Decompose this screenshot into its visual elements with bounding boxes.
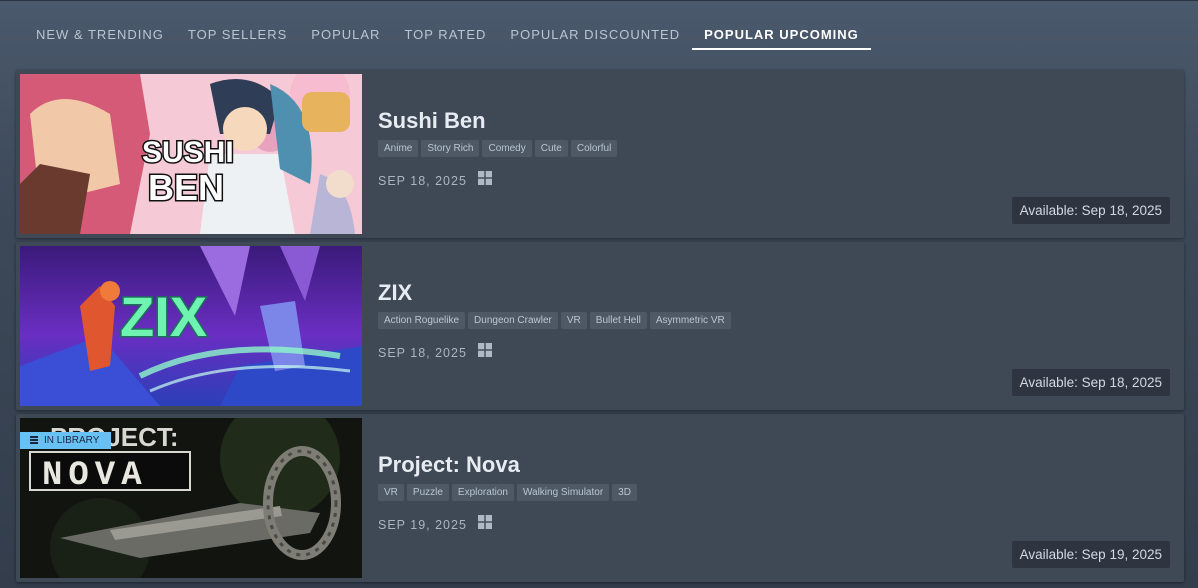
library-list-icon (30, 436, 38, 444)
game-capsule-image[interactable]: SUSHI BEN (20, 74, 362, 234)
tag[interactable]: Action Roguelike (378, 312, 466, 329)
game-title[interactable]: ZIX (378, 280, 412, 306)
tag-list: VR Puzzle Exploration Walking Simulator … (378, 484, 637, 501)
game-row-sushi-ben[interactable]: SUSHI BEN Sushi Ben Anime Story Rich Com… (16, 70, 1184, 238)
game-title[interactable]: Sushi Ben (378, 108, 486, 134)
top-divider (0, 0, 1198, 1)
release-date: SEP 19, 2025 (378, 518, 467, 532)
game-capsule-image[interactable]: ZIX (20, 246, 362, 406)
game-row-zix[interactable]: ZIX ZIX Action Roguelike Dungeon Crawler… (16, 242, 1184, 410)
tab-top-sellers[interactable]: TOP SELLERS (176, 20, 299, 50)
release-date: SEP 18, 2025 (378, 174, 467, 188)
tag[interactable]: 3D (612, 484, 637, 501)
tab-popular-upcoming[interactable]: POPULAR UPCOMING (692, 20, 871, 50)
tag[interactable]: Exploration (451, 484, 514, 501)
tag[interactable]: Bullet Hell (589, 312, 647, 329)
tab-new-trending[interactable]: NEW & TRENDING (24, 20, 176, 50)
tag[interactable]: VR (378, 484, 404, 501)
windows-icon (478, 171, 492, 185)
category-tabs: NEW & TRENDING TOP SELLERS POPULAR TOP R… (24, 20, 871, 50)
tag[interactable]: Asymmetric VR (649, 312, 731, 329)
availability-label: Available: Sep 18, 2025 (1011, 197, 1170, 224)
tab-popular[interactable]: POPULAR (299, 20, 392, 50)
availability-label: Available: Sep 19, 2025 (1011, 541, 1170, 568)
tag[interactable]: Cute (534, 140, 568, 157)
tag[interactable]: Story Rich (421, 140, 480, 157)
game-capsule-image[interactable]: PROJECT: NOVA IN LIBRARY (20, 418, 362, 578)
tag[interactable]: VR (560, 312, 587, 329)
tag[interactable]: Anime (378, 140, 419, 157)
tag-list: Action Roguelike Dungeon Crawler VR Bull… (378, 312, 731, 329)
capsule-title-line-2: BEN (148, 167, 224, 208)
capsule-logo: ZIX (120, 285, 207, 348)
tab-top-rated[interactable]: TOP RATED (392, 20, 498, 50)
tag[interactable]: Puzzle (406, 484, 449, 501)
release-date: SEP 18, 2025 (378, 346, 467, 360)
tag[interactable]: Dungeon Crawler (468, 312, 558, 329)
tag[interactable]: Colorful (570, 140, 618, 157)
in-library-badge: IN LIBRARY (20, 432, 112, 449)
tab-popular-discounted[interactable]: POPULAR DISCOUNTED (498, 20, 692, 50)
availability-label: Available: Sep 18, 2025 (1011, 369, 1170, 396)
tag[interactable]: Walking Simulator (516, 484, 610, 501)
capsule-title-line-2: NOVA (42, 457, 148, 495)
tag[interactable]: Comedy (482, 140, 532, 157)
capsule-title-line-1: SUSHI (142, 136, 234, 169)
game-row-project-nova[interactable]: PROJECT: NOVA IN LIBRARY Project: Nova V… (16, 414, 1184, 582)
windows-icon (478, 343, 492, 357)
game-title[interactable]: Project: Nova (378, 452, 520, 478)
tag-list: Anime Story Rich Comedy Cute Colorful (378, 140, 618, 157)
windows-icon (478, 515, 492, 529)
